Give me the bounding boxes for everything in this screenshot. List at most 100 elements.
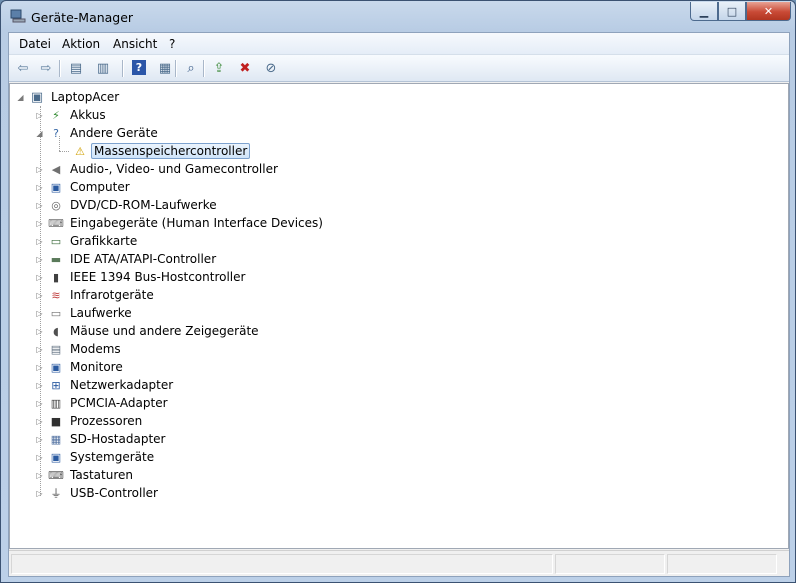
display-adapter-icon: ▭: [50, 234, 62, 248]
tree-category-item[interactable]: ▷ ▦ SD-Hostadapter: [35, 430, 168, 448]
tree-item-label: Massenspeichercontroller: [91, 143, 251, 159]
minimize-button[interactable]: ▁: [690, 2, 718, 21]
tree-category-item[interactable]: ▷ ▣ Systemgeräte: [35, 448, 157, 466]
expand-arrow-icon[interactable]: ▷: [35, 201, 44, 210]
expand-arrow-icon[interactable]: ▷: [35, 363, 44, 372]
tree-category-item[interactable]: ▷ ◀ Audio-, Video- und Gamecontroller: [35, 160, 281, 178]
tree-item-label: Grafikkarte: [70, 234, 138, 248]
show-pane-icon[interactable]: ▦: [155, 59, 175, 77]
expand-arrow-icon[interactable]: ▷: [35, 219, 44, 228]
tree-category-item[interactable]: ▷ ◖ Mäuse und andere Zeigegeräte: [35, 322, 262, 340]
tree-item-label: SD-Hostadapter: [70, 432, 166, 446]
forward-icon[interactable]: ⇨: [36, 59, 56, 77]
expand-arrow-icon[interactable]: ▷: [35, 417, 44, 426]
mouse-icon: ◖: [53, 324, 59, 338]
tree-category-item[interactable]: ▷ ▭ Grafikkarte: [35, 232, 140, 250]
tree-category-item[interactable]: ▷ ⌨ Eingabegeräte (Human Interface Devices…: [35, 214, 326, 232]
pcmcia-icon: ▥: [50, 396, 62, 410]
expand-arrow-icon[interactable]: ▷: [35, 399, 44, 408]
tree-category-item[interactable]: ▷ ◎ DVD/CD-ROM-Laufwerke: [35, 196, 220, 214]
status-cell-2: [555, 554, 665, 574]
speaker-icon: ◀: [51, 162, 61, 176]
computer-icon: ▣: [30, 89, 44, 105]
tree-item-label: Tastaturen: [70, 468, 133, 482]
tree-category-item[interactable]: ▷ ▣ Monitore: [35, 358, 126, 376]
help-icon[interactable]: ?: [132, 60, 146, 75]
title-bar[interactable]: Geräte-Manager ▁ □ ✕: [1, 1, 795, 31]
menu-datei[interactable]: Datei: [19, 37, 51, 51]
device-tree[interactable]: ◢ ▣ LaptopAcer ▷ ⚡ Akkus ◢? Andere Geräte ⚠ Masse…: [9, 83, 789, 549]
console-tree-icon[interactable]: ▤: [66, 59, 86, 77]
tree-category-item[interactable]: ◢? Andere Geräte: [35, 124, 161, 142]
tree-category-item[interactable]: ▷ ▬ IDE ATA/ATAPI-Controller: [35, 250, 219, 268]
expand-arrow-icon[interactable]: ▷: [35, 255, 44, 264]
tree-root-label: LaptopAcer: [51, 90, 120, 104]
status-bar: [9, 550, 789, 576]
menu-help[interactable]: ?: [169, 37, 175, 51]
update-driver-icon[interactable]: ⇪: [209, 59, 229, 77]
expand-arrow-icon[interactable]: ▷: [35, 435, 44, 444]
tree-category-item[interactable]: ▷ ▥ PCMCIA-Adapter: [35, 394, 171, 412]
expand-arrow-icon[interactable]: ▷: [35, 111, 44, 120]
keyboard-icon: ⌨: [48, 468, 64, 482]
toolbar-separator: [175, 60, 176, 77]
disc-drive-icon: ◎: [51, 198, 61, 212]
maximize-button[interactable]: □: [718, 2, 746, 21]
expand-arrow-icon[interactable]: ▷: [35, 471, 44, 480]
tree-item-label: Monitore: [70, 360, 123, 374]
toolbar-separator: [203, 60, 204, 77]
toolbar-separator: [122, 60, 123, 77]
expand-arrow-icon[interactable]: ▷: [35, 291, 44, 300]
hid-icon: ⌨: [48, 216, 64, 230]
tree-category-item[interactable]: ▷ ▮ IEEE 1394 Bus-Hostcontroller: [35, 268, 248, 286]
tree-child-item[interactable]: ⚠ Massenspeichercontroller: [72, 142, 251, 160]
tree-item-label: IDE ATA/ATAPI-Controller: [70, 252, 217, 266]
tree-category-item[interactable]: ▷ ≋ Infrarotgeräte: [35, 286, 157, 304]
tree-category-item[interactable]: ▷ ⚡ Akkus: [35, 106, 109, 124]
scan-hardware-icon[interactable]: ⌕: [181, 59, 201, 77]
expand-arrow-icon[interactable]: ▷: [35, 453, 44, 462]
tree-root[interactable]: ◢ ▣ LaptopAcer: [16, 88, 122, 106]
collapse-arrow-icon[interactable]: ◢: [16, 93, 25, 102]
toolbar-separator: [59, 60, 60, 77]
expand-arrow-icon[interactable]: ▷: [35, 273, 44, 282]
expand-arrow-icon[interactable]: ▷: [35, 327, 44, 336]
expand-arrow-icon[interactable]: ▷: [35, 345, 44, 354]
expand-arrow-icon[interactable]: ▷: [35, 165, 44, 174]
menu-ansicht[interactable]: Ansicht: [113, 37, 157, 51]
tree-item-label: Systemgeräte: [70, 450, 155, 464]
drive-icon: ▭: [50, 306, 62, 320]
tree-category-item[interactable]: ▷ ⏚ USB-Controller: [35, 484, 161, 502]
processor-icon: ■: [50, 414, 62, 428]
uninstall-icon[interactable]: ✖: [235, 59, 255, 77]
properties-icon[interactable]: ▥: [93, 59, 113, 77]
back-icon[interactable]: ⇦: [13, 59, 33, 77]
tree-item-label: Andere Geräte: [70, 126, 158, 140]
tree-category-item[interactable]: ▷ ⌨ Tastaturen: [35, 466, 136, 484]
infrared-icon: ≋: [51, 288, 61, 302]
expand-arrow-icon[interactable]: ▷: [35, 489, 44, 498]
expand-arrow-icon[interactable]: ▷: [35, 237, 44, 246]
sd-host-icon: ▦: [50, 432, 62, 446]
tree-item-label: Akkus: [70, 108, 106, 122]
tree-item-label: USB-Controller: [70, 486, 158, 500]
disable-device-icon[interactable]: ⊘: [261, 59, 281, 77]
close-button[interactable]: ✕: [746, 2, 791, 21]
network-adapter-icon: ⊞: [51, 378, 61, 392]
expand-arrow-icon[interactable]: ▷: [35, 183, 44, 192]
tree-category-item[interactable]: ▷ ▭ Laufwerke: [35, 304, 135, 322]
expand-arrow-icon[interactable]: ▷: [35, 381, 44, 390]
status-cell-main: [11, 554, 553, 574]
collapse-arrow-icon[interactable]: ◢: [35, 129, 44, 138]
tree-item-label: DVD/CD-ROM-Laufwerke: [70, 198, 217, 212]
menu-aktion[interactable]: Aktion: [62, 37, 100, 51]
tree-item-label: Infrarotgeräte: [70, 288, 154, 302]
tree-item-label: IEEE 1394 Bus-Hostcontroller: [70, 270, 246, 284]
tree-category-item[interactable]: ▷ ▣ Computer: [35, 178, 133, 196]
expand-arrow-icon[interactable]: ▷: [35, 309, 44, 318]
tree-category-item[interactable]: ▷ ■ Prozessoren: [35, 412, 145, 430]
warning-device-icon: ⚠: [75, 144, 85, 158]
tree-category-item[interactable]: ▷ ▤ Modems: [35, 340, 124, 358]
tree-item-label: Eingabegeräte (Human Interface Devices): [70, 216, 323, 230]
tree-category-item[interactable]: ▷ ⊞ Netzwerkadapter: [35, 376, 176, 394]
